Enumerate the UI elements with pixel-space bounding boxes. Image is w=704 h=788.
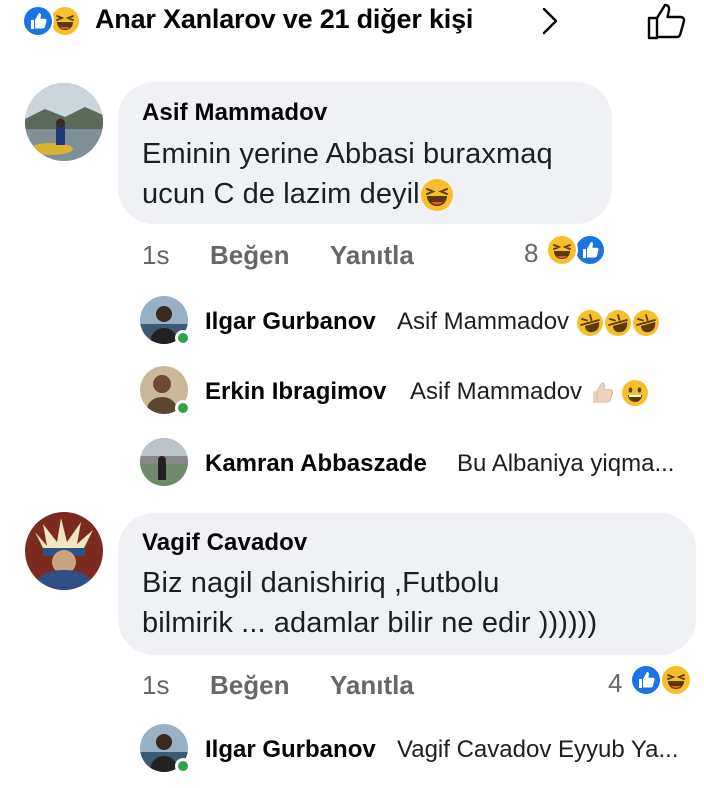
reply-text: Asif Mammadov <box>410 378 649 407</box>
like-icon <box>574 234 606 266</box>
reply-text: Bu Albaniya yiqma... <box>457 450 675 477</box>
reply-button[interactable]: Yanıtla <box>330 240 414 271</box>
reaction-count[interactable]: 8 <box>524 238 538 269</box>
rofl-icon <box>604 309 631 336</box>
reply-button[interactable]: Yanıtla <box>330 670 414 701</box>
like-button[interactable] <box>645 0 691 42</box>
comment-text-line: ucun C de lazim deyil <box>142 178 454 212</box>
reply-text: Vagif Cavadov Eyyub Ya... <box>397 736 679 763</box>
like-icon <box>630 664 662 696</box>
thumbs-up-icon <box>592 382 613 403</box>
haha-icon <box>660 664 692 696</box>
comment-time: 1s <box>142 240 170 270</box>
avatar[interactable] <box>25 512 103 590</box>
reply-item[interactable]: Erkin Ibragimov Asif Mammadov <box>140 366 700 422</box>
like-comment-button[interactable]: Beğen <box>210 670 289 701</box>
reply-item[interactable]: Kamran Abbaszade Bu Albaniya yiqma... <box>140 438 700 494</box>
reaction-icons <box>22 5 90 37</box>
online-status-indicator <box>175 330 191 346</box>
online-status-indicator <box>175 758 191 774</box>
smile-icon <box>622 379 649 406</box>
reply-author[interactable]: Kamran Abbaszade <box>205 450 427 478</box>
chevron-right-icon[interactable] <box>540 6 560 36</box>
reactors-text: Anar Xanlarov ve 21 diğer kişi <box>95 4 474 34</box>
comment-author[interactable]: Asif Mammadov <box>142 99 327 127</box>
reaction-count[interactable]: 4 <box>608 668 622 699</box>
like-comment-button[interactable]: Beğen <box>210 240 289 271</box>
online-status-indicator <box>175 400 191 416</box>
comment-reactions[interactable] <box>630 664 700 700</box>
haha-icon <box>546 234 578 266</box>
reply-author[interactable]: Ilgar Gurbanov <box>205 308 376 336</box>
like-icon <box>22 5 54 37</box>
reply-author[interactable]: Ilgar Gurbanov <box>205 736 376 764</box>
rofl-icon <box>576 309 603 336</box>
reply-author[interactable]: Erkin Ibragimov <box>205 378 386 406</box>
rofl-icon <box>632 309 659 336</box>
comment-reactions[interactable] <box>546 234 616 270</box>
avatar[interactable] <box>25 83 103 161</box>
comment-text-line: Biz nagil danishiriq ,Futbolu <box>142 567 500 599</box>
comment-text-line: Eminin yerine Abbasi buraxmaq <box>142 138 553 170</box>
haha-icon <box>420 179 453 212</box>
comment-time: 1s <box>142 670 170 700</box>
reply-item[interactable]: Ilgar Gurbanov Vagif Cavadov Eyyub Ya... <box>140 724 700 780</box>
reply-text: Asif Mammadov <box>397 308 660 337</box>
comment-author[interactable]: Vagif Cavadov <box>142 529 307 557</box>
reply-item[interactable]: Ilgar Gurbanov Asif Mammadov <box>140 296 700 352</box>
reactions-summary[interactable]: Anar Xanlarov ve 21 diğer kişi <box>0 0 704 44</box>
avatar[interactable] <box>140 438 188 486</box>
comment-text-line: bilmirik ... adamlar bilir ne edir )))))… <box>142 607 598 639</box>
